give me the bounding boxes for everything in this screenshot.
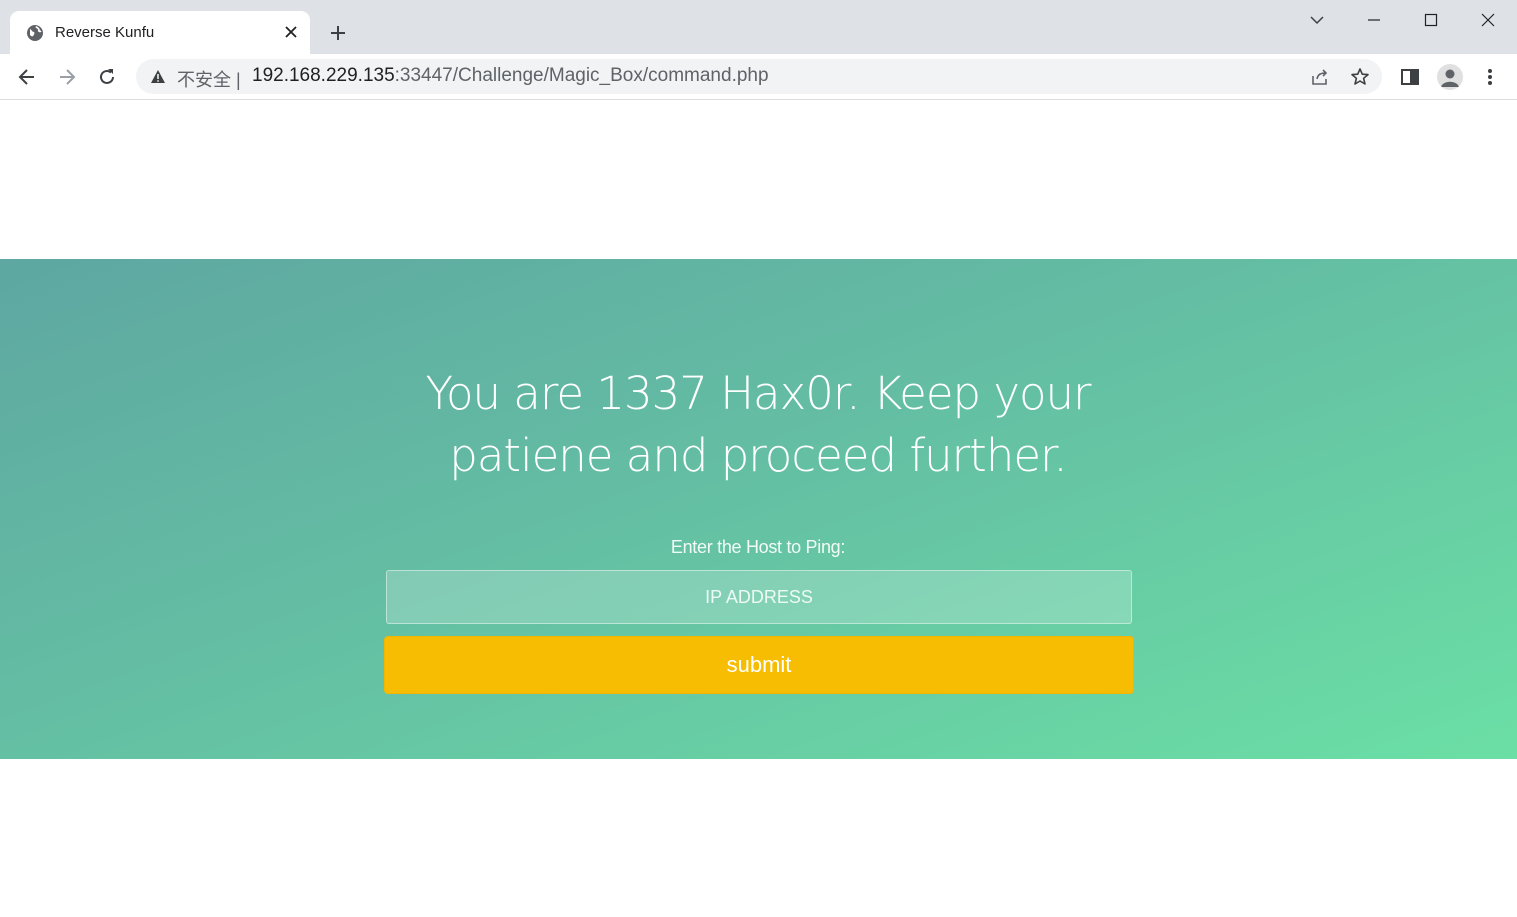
warning-icon[interactable] <box>150 69 166 84</box>
side-panel-icon[interactable] <box>1395 62 1425 92</box>
minimize-icon[interactable] <box>1351 6 1397 34</box>
close-tab-icon[interactable] <box>281 22 301 42</box>
tab-search-chevron-icon[interactable] <box>1294 6 1340 34</box>
hero-section: You are 1337 Hax0r. Keep your patiene an… <box>0 259 1517 759</box>
ping-host-label: Enter the Host to Ping: <box>670 537 846 557</box>
ip-address-input[interactable] <box>386 570 1132 624</box>
globe-icon <box>26 24 44 42</box>
new-tab-icon[interactable] <box>325 20 351 46</box>
back-arrow-icon[interactable] <box>12 62 42 92</box>
browser-tab[interactable]: Reverse Kunfu <box>10 11 310 54</box>
reload-icon[interactable] <box>92 62 122 92</box>
security-label[interactable]: 不安全 | <box>177 66 241 92</box>
address-bar[interactable]: 不安全 | 192.168.229.135:33447/Challenge/Ma… <box>136 59 1382 94</box>
more-menu-icon[interactable] <box>1475 62 1505 92</box>
url-text[interactable]: 192.168.229.135:33447/Challenge/Magic_Bo… <box>252 65 769 87</box>
close-window-icon[interactable] <box>1465 6 1511 34</box>
page-headline: You are 1337 Hax0r. Keep your patiene an… <box>425 367 1091 482</box>
maximize-icon[interactable] <box>1408 6 1454 34</box>
tab-title: Reverse Kunfu <box>55 24 155 41</box>
forward-arrow-icon[interactable] <box>52 62 82 92</box>
tab-strip: Reverse Kunfu <box>0 0 1517 54</box>
bookmark-star-icon[interactable] <box>1348 65 1372 89</box>
browser-toolbar: 不安全 | 192.168.229.135:33447/Challenge/Ma… <box>0 54 1517 100</box>
url-host: 192.168.229.135 <box>252 65 395 86</box>
submit-button[interactable]: submit <box>384 636 1134 694</box>
profile-avatar-icon[interactable] <box>1435 62 1465 92</box>
share-icon[interactable] <box>1308 65 1332 89</box>
url-path: :33447/Challenge/Magic_Box/command.php <box>394 65 769 86</box>
